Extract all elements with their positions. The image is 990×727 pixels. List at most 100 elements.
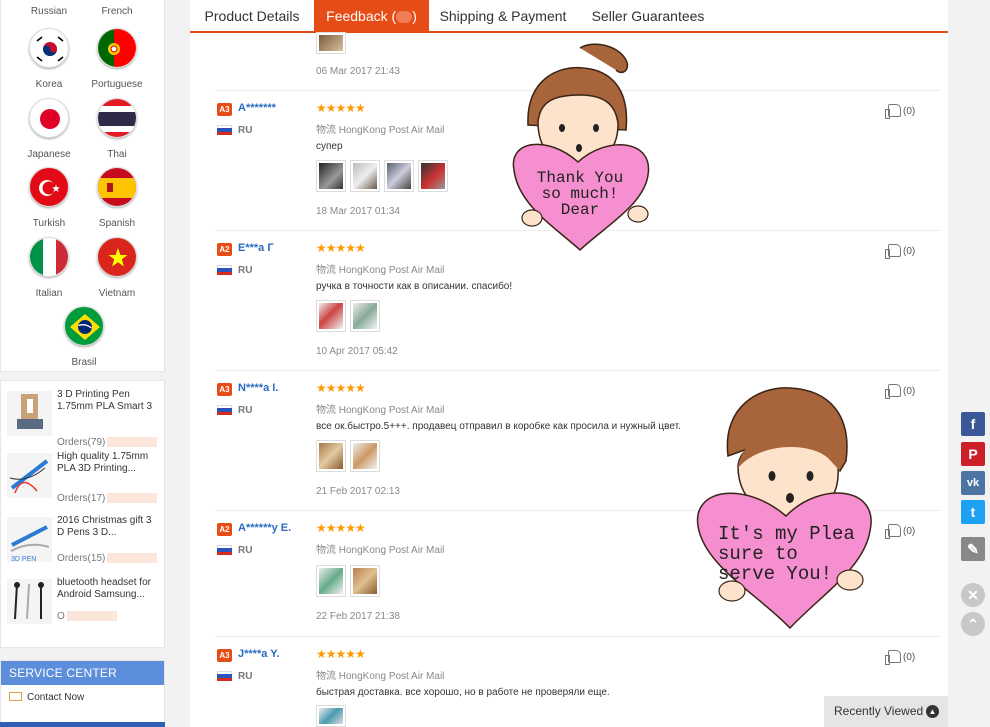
facebook-share-icon[interactable]: f bbox=[961, 412, 985, 436]
language-name: Spanish bbox=[98, 218, 136, 229]
russia-flag-icon bbox=[217, 125, 232, 135]
language-brasil[interactable]: Brasil bbox=[50, 306, 118, 368]
review-photo[interactable] bbox=[350, 440, 380, 472]
thank-you-girl-sticker: Thank You so much! Dear bbox=[498, 40, 658, 252]
tab-label: Product Details bbox=[204, 8, 300, 24]
review-photo[interactable] bbox=[316, 32, 346, 54]
language-vietnam[interactable]: Vietnam bbox=[83, 237, 151, 299]
buyer-country: RU bbox=[238, 405, 253, 416]
buyer-name: A******* bbox=[238, 102, 276, 114]
product-orders-text: Orders(79) bbox=[57, 437, 106, 448]
language-spanish[interactable]: Spanish bbox=[83, 167, 151, 229]
tab-seller-guarantees[interactable]: Seller Guarantees bbox=[584, 0, 712, 33]
buyer-country: RU bbox=[238, 545, 253, 556]
product-orders-text: Orders(15) bbox=[57, 553, 106, 564]
review-photo[interactable] bbox=[316, 300, 346, 332]
product-thumbnail[interactable] bbox=[7, 453, 52, 498]
helpful-button[interactable]: (0) bbox=[885, 104, 916, 119]
tab-feedback[interactable]: Feedback () bbox=[314, 0, 429, 33]
detail-tabs: Product Details Feedback () Shipping & P… bbox=[190, 0, 948, 33]
tab-shipping-payment[interactable]: Shipping & Payment bbox=[433, 0, 573, 33]
bottom-bar bbox=[0, 722, 165, 727]
serve-you-boy-sticker: It's my Plea sure to serve You! bbox=[690, 376, 880, 630]
feedback-count-redacted bbox=[396, 11, 413, 24]
edit-icon[interactable]: ✎ bbox=[961, 537, 985, 561]
thumbs-up-icon bbox=[885, 650, 901, 665]
twitter-share-icon[interactable]: t bbox=[961, 500, 985, 524]
review-photo[interactable] bbox=[316, 705, 346, 727]
helpful-button[interactable]: (0) bbox=[885, 244, 915, 259]
sticker-text: It's my Plea bbox=[718, 523, 855, 545]
blurred-price bbox=[107, 437, 158, 448]
close-icon[interactable]: ✕ bbox=[961, 583, 985, 607]
thumbs-up-icon bbox=[885, 104, 901, 119]
buyer-level-badge: A2 bbox=[217, 523, 232, 536]
tab-product-details[interactable]: Product Details bbox=[190, 0, 314, 33]
tab-label-close: ) bbox=[412, 8, 417, 24]
star-rating: ★★★★★ bbox=[316, 101, 366, 115]
thumbs-up-icon bbox=[885, 244, 901, 259]
sticker-text: serve You! bbox=[718, 563, 832, 585]
helpful-button[interactable]: (0) bbox=[885, 650, 916, 665]
review-photo[interactable] bbox=[350, 565, 380, 597]
tab-label: Feedback ( bbox=[326, 8, 397, 24]
pinterest-share-icon[interactable]: P bbox=[961, 442, 985, 466]
blurred-price bbox=[107, 493, 158, 504]
recently-viewed-button[interactable]: Recently Viewed ▲ bbox=[824, 696, 948, 727]
review-photo[interactable] bbox=[316, 160, 346, 192]
language-name: Thai bbox=[107, 149, 127, 160]
product-thumbnail[interactable] bbox=[7, 579, 52, 624]
buyer-level-badge: A3 bbox=[217, 649, 232, 662]
buyer-name: N****a I. bbox=[238, 382, 279, 394]
shipping-method: 物流 HongKong Post Air Mail bbox=[316, 265, 445, 276]
helpful-button[interactable]: (0) bbox=[885, 384, 915, 399]
language-korea[interactable]: Korea bbox=[15, 28, 83, 90]
contact-now-link[interactable]: Contact Now bbox=[1, 685, 164, 703]
product-item[interactable]: bluetooth headset for Android Samsung...… bbox=[1, 577, 166, 639]
product-item[interactable]: High quality 1.75mm PLA 3D Printing... O… bbox=[1, 451, 166, 513]
language-portuguese[interactable]: Portuguese bbox=[83, 28, 151, 90]
russia-flag-icon bbox=[217, 265, 232, 275]
review-photo[interactable] bbox=[316, 440, 346, 472]
service-center: SERVICE CENTER Contact Now bbox=[0, 660, 165, 727]
product-orders: O bbox=[57, 611, 117, 622]
language-name: Vietnam bbox=[98, 288, 136, 299]
language-label-french[interactable]: French bbox=[83, 6, 151, 17]
review-date: 22 Feb 2017 21:38 bbox=[316, 611, 400, 622]
review-photo[interactable] bbox=[418, 160, 448, 192]
review-photo[interactable] bbox=[350, 160, 380, 192]
review-photo[interactable] bbox=[350, 300, 380, 332]
buyer-name: E***a Г bbox=[238, 242, 274, 254]
review-text: быстрая доставка. все хорошо, но в работ… bbox=[316, 687, 610, 698]
language-japanese[interactable]: Japanese bbox=[15, 98, 83, 160]
product-thumbnail[interactable] bbox=[7, 391, 52, 436]
product-orders: Orders(17) bbox=[57, 493, 158, 504]
product-title[interactable]: 3 D Printing Pen 1.75mm PLA Smart 3 bbox=[57, 389, 157, 413]
helpful-count: (0) bbox=[903, 106, 916, 117]
review-photos bbox=[316, 300, 384, 334]
review-text: все ок.быстро.5+++. продавец отправил в … bbox=[316, 421, 681, 432]
language-italian[interactable]: Italian bbox=[15, 237, 83, 299]
review-photo[interactable] bbox=[316, 565, 346, 597]
product-title[interactable]: High quality 1.75mm PLA 3D Printing... bbox=[57, 451, 157, 475]
product-item[interactable]: 3D PEN 2016 Christmas gift 3 D Pens 3 D.… bbox=[1, 515, 166, 577]
helpful-button[interactable]: (0) bbox=[885, 524, 915, 539]
language-label-russian[interactable]: Russian bbox=[15, 6, 83, 17]
tab-label: Shipping & Payment bbox=[439, 8, 567, 24]
product-item[interactable]: 3 D Printing Pen 1.75mm PLA Smart 3 Orde… bbox=[1, 389, 166, 451]
helpful-count: (0) bbox=[903, 652, 916, 663]
blurred-price bbox=[107, 553, 158, 564]
language-thai[interactable]: Thai bbox=[83, 98, 151, 160]
product-title[interactable]: bluetooth headset for Android Samsung... bbox=[57, 577, 157, 601]
portugal-flag-icon bbox=[97, 28, 137, 68]
review-photo[interactable] bbox=[384, 160, 414, 192]
language-turkish[interactable]: Turkish bbox=[15, 167, 83, 229]
review-date: 18 Mar 2017 01:34 bbox=[316, 206, 400, 217]
scroll-top-icon[interactable]: ⌃ bbox=[961, 612, 985, 636]
spain-flag-icon bbox=[97, 167, 137, 207]
product-title[interactable]: 2016 Christmas gift 3 D Pens 3 D... bbox=[57, 515, 157, 539]
product-thumbnail[interactable]: 3D PEN bbox=[7, 517, 52, 563]
page: Russian French Korea Portuguese Japanese… bbox=[0, 0, 990, 727]
recommended-products: 3 D Printing Pen 1.75mm PLA Smart 3 Orde… bbox=[0, 380, 165, 648]
vk-share-icon[interactable]: vk bbox=[961, 471, 985, 495]
